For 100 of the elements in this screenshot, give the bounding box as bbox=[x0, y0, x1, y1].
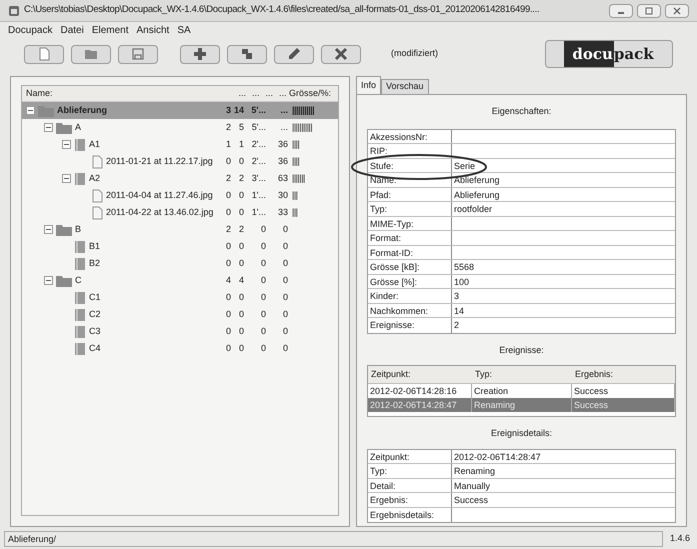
node-label: Ablieferung bbox=[57, 104, 108, 117]
property-label: Typ: bbox=[368, 202, 452, 216]
toolbar-button[interactable] bbox=[321, 44, 361, 64]
toolbar-button[interactable] bbox=[24, 44, 64, 64]
collapse-icon[interactable] bbox=[62, 140, 71, 149]
tree-row[interactable]: C4 0 0 0 0 bbox=[22, 340, 338, 357]
menu-item[interactable]: Datei bbox=[60, 22, 84, 38]
tree-cell-text: 0 bbox=[224, 240, 231, 253]
tree-cell-text: 2 bbox=[224, 222, 231, 236]
property-value: Serie bbox=[453, 160, 476, 172]
tree-row[interactable]: A 2 5 5'... ... ||||||||||| bbox=[22, 119, 338, 136]
menu-item[interactable]: Element bbox=[92, 22, 129, 38]
property-label: Stufe: bbox=[368, 158, 452, 172]
binder-icon bbox=[74, 342, 86, 356]
tree-cell-text: 0 bbox=[238, 342, 244, 355]
tree-row[interactable]: A1 1 1 2'... 36 |||| bbox=[22, 136, 338, 153]
property-value: 14 bbox=[453, 304, 466, 317]
tree-row[interactable]: 2011-04-04 at 11.27.46.jpg 0 0 1'... 30 ||| bbox=[22, 187, 338, 204]
tree-row[interactable]: C 4 4 0 0 bbox=[22, 272, 338, 289]
tree-cell-text: 0 bbox=[260, 240, 266, 253]
tab[interactable]: Vorschau bbox=[381, 79, 429, 94]
detail-label: Ergebnis: bbox=[368, 493, 452, 506]
tree-cell-text: 2 bbox=[238, 222, 244, 236]
document-icon bbox=[92, 154, 103, 168]
modified-label: (modifiziert) bbox=[391, 47, 438, 60]
property-label: MIME-Typ: bbox=[368, 216, 452, 230]
property-label: Name: bbox=[368, 173, 452, 186]
tree-cell-text: 1'... bbox=[250, 188, 266, 202]
tree-cell-text: 0 bbox=[224, 342, 231, 355]
node-label: B bbox=[75, 222, 82, 236]
tree-row[interactable]: C3 0 0 0 0 bbox=[22, 323, 338, 340]
tree-cell-text: 0 bbox=[282, 342, 288, 355]
tree-row[interactable]: Ablieferung 3 14 5'... ... ||||||||||| bbox=[22, 102, 338, 119]
tree-cell-text: 0 bbox=[238, 206, 244, 219]
tree-row[interactable]: B1 0 0 0 0 bbox=[22, 238, 338, 255]
property-label: Nachkommen: bbox=[368, 304, 452, 317]
column-header: ... bbox=[250, 86, 260, 100]
tree-cell-text: 5'... bbox=[250, 104, 266, 117]
tree-cell-text: 0 bbox=[282, 324, 288, 338]
tree-cell-text: 0 bbox=[282, 256, 288, 270]
toolbar-button[interactable] bbox=[118, 44, 158, 64]
node-label: A1 bbox=[89, 138, 100, 151]
minimize-button[interactable] bbox=[609, 4, 633, 18]
toolbar-button[interactable] bbox=[274, 44, 314, 64]
size-text: |||| bbox=[292, 138, 300, 151]
toolbar-button[interactable] bbox=[71, 44, 111, 64]
tree-cell-text: 33 bbox=[276, 206, 288, 219]
detail-value: Success bbox=[453, 494, 490, 506]
tree-cell-text: 3'... bbox=[250, 172, 266, 185]
tree-row[interactable]: B 2 2 0 0 bbox=[22, 221, 338, 238]
tree-row[interactable]: 2011-04-22 at 13.46.02.jpg 0 0 1'... 33 ||| bbox=[22, 204, 338, 221]
stack-icon bbox=[240, 47, 254, 61]
collapse-icon[interactable] bbox=[26, 106, 35, 115]
tree-row[interactable]: 2011-01-21 at 11.22.17.jpg 0 0 2'... 36 |||| bbox=[22, 153, 338, 170]
tree-cell-text: 4 bbox=[224, 274, 231, 287]
binder-icon bbox=[74, 138, 86, 152]
node-label: C2 bbox=[89, 308, 101, 321]
binder-icon bbox=[74, 172, 86, 186]
collapse-icon[interactable] bbox=[44, 123, 53, 132]
toolbar-button[interactable] bbox=[180, 44, 220, 64]
property-label: Grösse [%]: bbox=[368, 274, 452, 288]
menu-item[interactable]: Docupack bbox=[8, 22, 52, 38]
logo: docupack bbox=[545, 40, 673, 68]
tree-cell-text: 36 bbox=[276, 138, 288, 151]
property-label: RIP: bbox=[368, 144, 452, 158]
close-icon bbox=[334, 47, 348, 61]
collapse-icon[interactable] bbox=[62, 174, 71, 183]
tree-cell-text: 1'... bbox=[250, 206, 266, 219]
tree-cell-text: 36 bbox=[276, 154, 288, 168]
tree-row[interactable]: C2 0 0 0 0 bbox=[22, 306, 338, 323]
tree-cell-text: 0 bbox=[260, 290, 266, 304]
collapse-icon[interactable] bbox=[44, 225, 53, 234]
maximize-button[interactable] bbox=[637, 4, 661, 18]
tree-cell-text: 63 bbox=[276, 172, 288, 185]
property-value: rootfolder bbox=[453, 203, 494, 216]
tree-row[interactable]: A2 2 2 3'... 63 ||||||| bbox=[22, 170, 338, 187]
close-button[interactable] bbox=[665, 4, 689, 18]
binder-icon bbox=[74, 308, 86, 322]
tree-cell-text: 0 bbox=[224, 256, 231, 270]
tree-row[interactable]: C1 0 0 0 0 bbox=[22, 289, 338, 306]
section-title: Ereignisse: bbox=[499, 344, 544, 357]
folder-icon bbox=[56, 224, 72, 236]
collapse-icon[interactable] bbox=[44, 276, 53, 285]
toolbar-button[interactable] bbox=[227, 44, 267, 64]
menu-item[interactable]: Ansicht bbox=[136, 22, 170, 38]
tree-cell-text: ... bbox=[279, 104, 288, 117]
property-label: Format: bbox=[368, 231, 452, 244]
tree-cell-text: 2 bbox=[224, 120, 231, 134]
tree-cell-text: 0 bbox=[224, 324, 231, 338]
status-path: Ablieferung/ bbox=[4, 531, 663, 547]
menu-item[interactable]: SA bbox=[177, 22, 191, 38]
tab[interactable]: Info bbox=[356, 76, 382, 94]
tree-cell-text: 0 bbox=[224, 188, 231, 202]
event-row[interactable]: 2012-02-06T14:28:47 Renaming Success bbox=[368, 398, 675, 412]
node-label: B2 bbox=[89, 256, 100, 270]
tree-row[interactable]: B2 0 0 0 0 bbox=[22, 255, 338, 272]
size-text: ||| bbox=[292, 206, 298, 219]
detail-value: Manually bbox=[453, 480, 492, 492]
close-icon bbox=[672, 6, 682, 14]
node-label: C1 bbox=[89, 290, 101, 304]
